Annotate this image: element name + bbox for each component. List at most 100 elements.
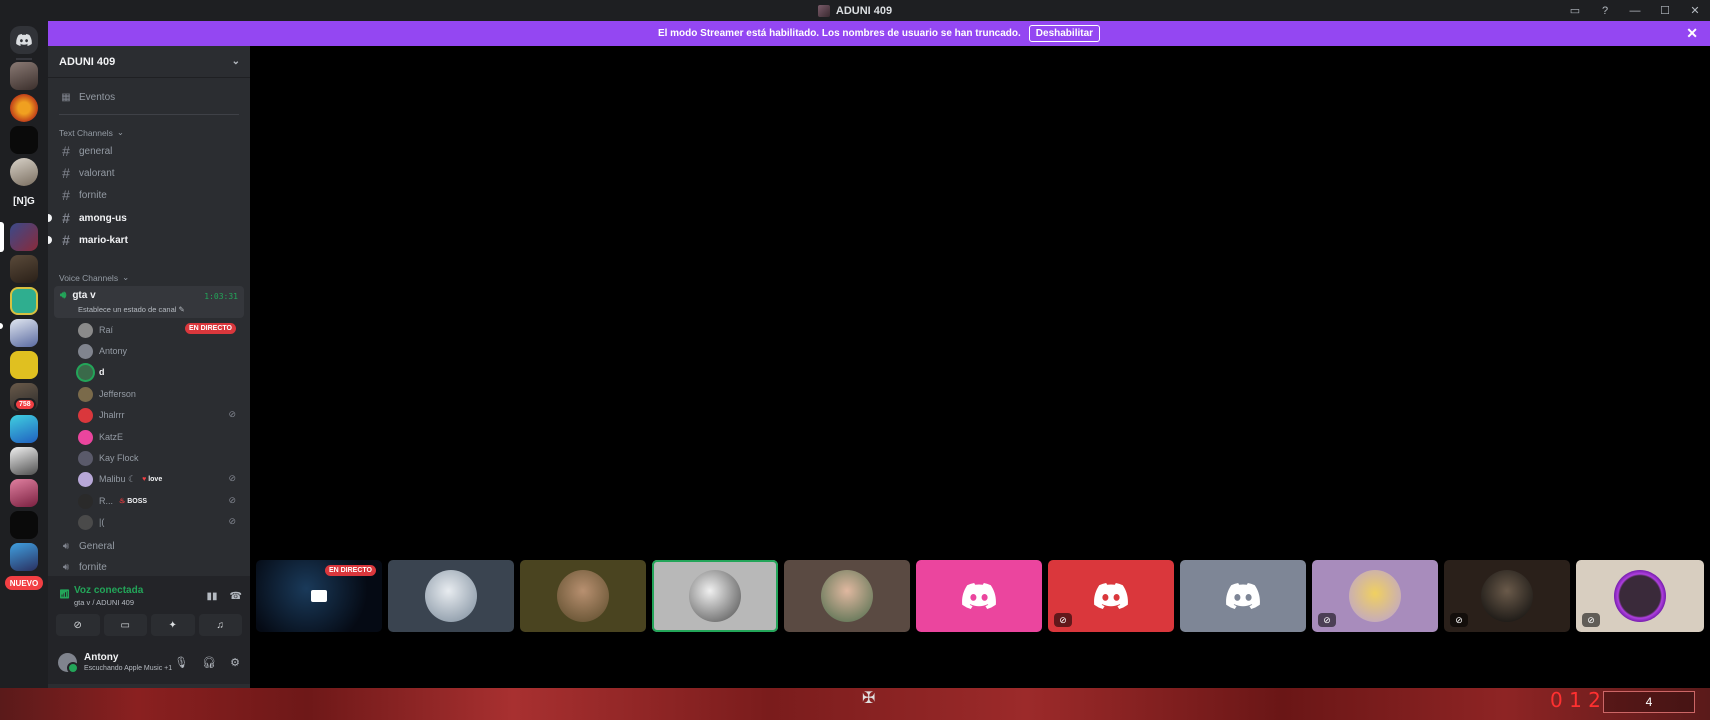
muted-icon: ⊘ [1318, 613, 1336, 627]
voice-user[interactable]: R... ♨ BOSS ⊘ [78, 491, 244, 511]
voice-user[interactable]: KatzE [78, 427, 244, 447]
inbox-icon[interactable]: ▭ [1560, 0, 1590, 21]
channel-label: valorant [79, 167, 115, 179]
pencil-icon: ✎ [178, 305, 185, 314]
participant-tile[interactable]: ⊘ [1312, 560, 1438, 632]
channel-label: fornite [79, 561, 107, 573]
voice-user[interactable]: Jefferson [78, 384, 244, 404]
avatar [78, 514, 93, 530]
participant-avatar [821, 570, 873, 622]
voice-user[interactable]: Kay Flock [78, 448, 244, 468]
server-icon-ng[interactable]: [N]G [10, 191, 38, 211]
help-icon[interactable]: ? [1590, 0, 1620, 21]
server-icon-6[interactable] [10, 255, 38, 283]
banner-close-icon[interactable]: ✕ [1686, 25, 1698, 42]
minimize-button[interactable]: — [1620, 0, 1650, 21]
server-icon-8[interactable] [10, 319, 38, 347]
disconnect-icon[interactable]: ☎︎ [230, 591, 242, 602]
participant-tile[interactable]: ⊘ [1048, 560, 1174, 632]
voice-channel-fornite[interactable]: 🔊︎ fornite [54, 557, 244, 577]
unread-pill [0, 323, 3, 329]
channel-status[interactable]: Establece un estado de canal ✎ [78, 305, 185, 314]
user-area: Antony Escuchando Apple Music +1 🎙︎ 🎧︎ ⚙ [48, 639, 250, 684]
disable-streamer-button[interactable]: Deshabilitar [1028, 25, 1101, 42]
muted-icon: ⊘ [228, 409, 236, 419]
voice-user[interactable]: d [78, 362, 244, 382]
voice-connected-title[interactable]: Voz conectada [74, 585, 143, 596]
voice-channel-gta-v[interactable]: 🔊︎ gta v 1:03:31 Establece un estado de … [54, 286, 244, 318]
participant-tile[interactable] [520, 560, 646, 632]
voice-user[interactable]: Raí EN DIRECTO [78, 320, 244, 340]
activities-button[interactable]: ✦ [151, 614, 195, 636]
share-screen-button[interactable]: ▭ [103, 614, 147, 636]
server-icon-9[interactable] [10, 351, 38, 379]
speaker-icon: 🔊︎ [60, 290, 67, 301]
server-icon-beta[interactable] [10, 287, 38, 315]
server-icon-14[interactable] [10, 511, 38, 539]
window-title: ADUNI 409 [817, 4, 892, 17]
participant-tile[interactable] [916, 560, 1042, 632]
participant-tile[interactable] [1180, 560, 1306, 632]
user-tag: ♥ love [142, 476, 162, 483]
voice-user[interactable]: |( ⊘ [78, 512, 244, 532]
server-icon-11[interactable] [10, 415, 38, 443]
server-icon-4[interactable] [10, 158, 38, 186]
microphone-icon[interactable]: 🎙︎ [174, 656, 188, 669]
participant-tile[interactable]: ⊘ [1444, 560, 1570, 632]
discord-home-button[interactable] [10, 26, 38, 54]
server-icon-12[interactable] [10, 447, 38, 475]
soundboard-button[interactable]: ♫ [198, 614, 242, 636]
avatar [78, 364, 93, 380]
hash-icon: # [62, 143, 70, 159]
voice-user[interactable]: Antony [78, 341, 244, 361]
server-icon-3[interactable] [10, 126, 38, 154]
user-name[interactable]: Antony [84, 652, 118, 663]
discord-logo-icon [962, 583, 996, 609]
channel-among-us[interactable]: # among-us [48, 208, 244, 228]
server-icon-15[interactable] [10, 543, 38, 571]
voice-user[interactable]: Malibu ☾ ♥ love ⊘ [78, 469, 244, 489]
channel-general[interactable]: # general [54, 141, 244, 161]
close-button[interactable]: ✕ [1680, 0, 1710, 21]
calendar-icon: ▦ [61, 91, 71, 103]
voice-user[interactable]: Jhalrrr ⊘ [78, 405, 244, 425]
headphones-icon[interactable]: 🎧︎ [202, 656, 216, 669]
noise-suppression-icon[interactable]: ▮▮ [207, 591, 218, 602]
discord-window: ADUNI 409 ▭ ? — ☐ ✕ El modo Streamer est… [0, 0, 1710, 720]
participant-tile[interactable]: ⊘ [1576, 560, 1704, 632]
avatar [78, 386, 93, 402]
server-icon [817, 4, 830, 17]
participant-tile[interactable] [784, 560, 910, 632]
avatar [78, 429, 93, 445]
camera-off-button[interactable]: ⊘ [56, 614, 100, 636]
server-icon-1[interactable] [10, 62, 38, 90]
server-icon-13[interactable] [10, 479, 38, 507]
events-label: Eventos [79, 91, 116, 103]
server-icon-aduni[interactable] [10, 223, 38, 251]
game-emblem-icon: ✠ [862, 690, 876, 707]
server-rail: [N]G 758 NUEVO [0, 21, 48, 688]
chevron-down-icon: ⌄ [231, 56, 240, 67]
voice-category[interactable]: Voice Channels ⌄ [59, 272, 129, 283]
channel-fornite[interactable]: # fornite [54, 185, 244, 205]
maximize-button[interactable]: ☐ [1650, 0, 1680, 21]
channel-valorant[interactable]: # valorant [54, 163, 244, 183]
heart-icon: ♥ [142, 475, 147, 483]
voice-user-name: |( [99, 517, 105, 527]
voice-channel-general[interactable]: 🔊︎ General [54, 536, 244, 556]
channel-mario-kart[interactable]: # mario-kart [48, 230, 244, 250]
participant-tile[interactable] [388, 560, 514, 632]
participant-tile-speaking[interactable] [652, 560, 778, 632]
stream-tile[interactable]: EN DIRECTO [256, 560, 382, 632]
server-header[interactable]: ADUNI 409 ⌄ [48, 46, 250, 78]
signal-icon[interactable]: 📶︎ [59, 589, 71, 601]
hash-icon: # [62, 232, 70, 248]
gear-icon[interactable]: ⚙ [230, 656, 240, 669]
muted-icon: ⊘ [228, 516, 236, 526]
events-link[interactable]: ▦ Eventos [54, 87, 244, 107]
server-icon-2[interactable] [10, 94, 38, 122]
avatar[interactable] [58, 653, 79, 674]
text-category[interactable]: Text Channels ⌄ [59, 127, 124, 138]
text-category-label: Text Channels [59, 127, 113, 138]
avatar [78, 322, 93, 338]
